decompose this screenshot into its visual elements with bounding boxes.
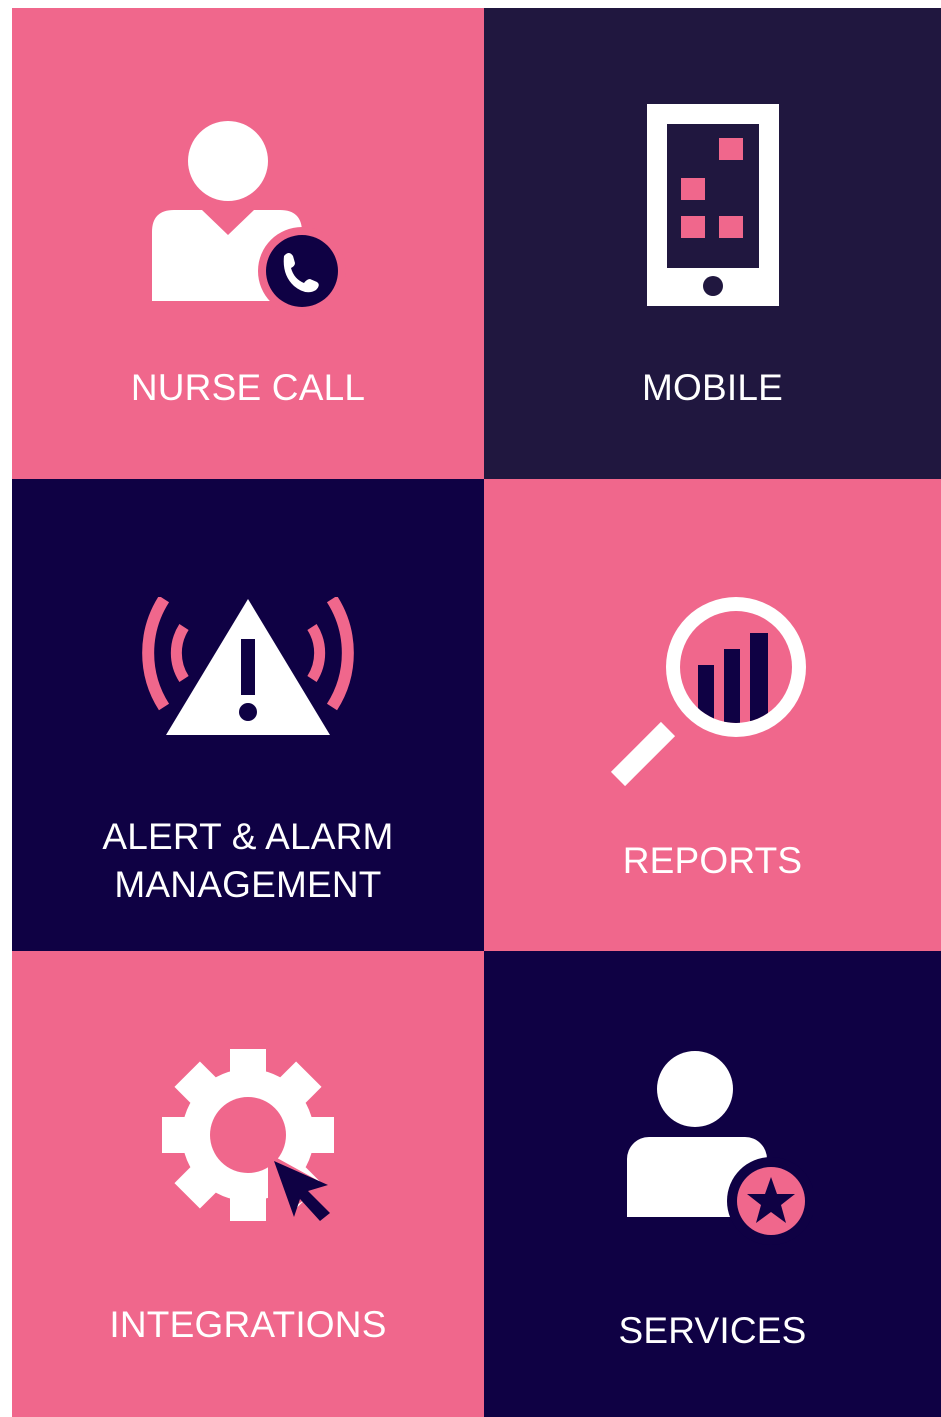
tile-label: SERVICES (618, 1310, 807, 1351)
tile-label: INTEGRATIONS (109, 1304, 387, 1345)
tile-label: MOBILE (641, 367, 784, 408)
tile-label: ALERT & ALARM (102, 816, 394, 857)
feature-grid: NURSE CALL MOBILE ALERT & ALARM MANAGEME… (12, 8, 941, 1417)
tile-label: NURSE CALL (130, 367, 366, 408)
tile-integrations[interactable]: INTEGRATIONS (12, 951, 484, 1417)
alarm-warning-icon (142, 597, 354, 735)
tile-services[interactable]: SERVICES (484, 951, 941, 1417)
nurse-phone-icon (152, 121, 346, 315)
tile-reports[interactable]: REPORTS (484, 479, 941, 951)
person-star-icon (626, 1051, 813, 1245)
tile-label-line-2: MANAGEMENT (114, 864, 382, 905)
tile-alert-alarm-management[interactable]: ALERT & ALARM MANAGEMENT (12, 479, 484, 951)
tile-mobile[interactable]: MOBILE (484, 8, 941, 479)
tile-label: REPORTS (622, 840, 803, 881)
gear-cursor-icon (162, 1049, 334, 1225)
magnifier-chart-icon (610, 597, 806, 787)
tile-nurse-call[interactable]: NURSE CALL (12, 8, 484, 479)
mobile-phone-icon (646, 104, 779, 306)
